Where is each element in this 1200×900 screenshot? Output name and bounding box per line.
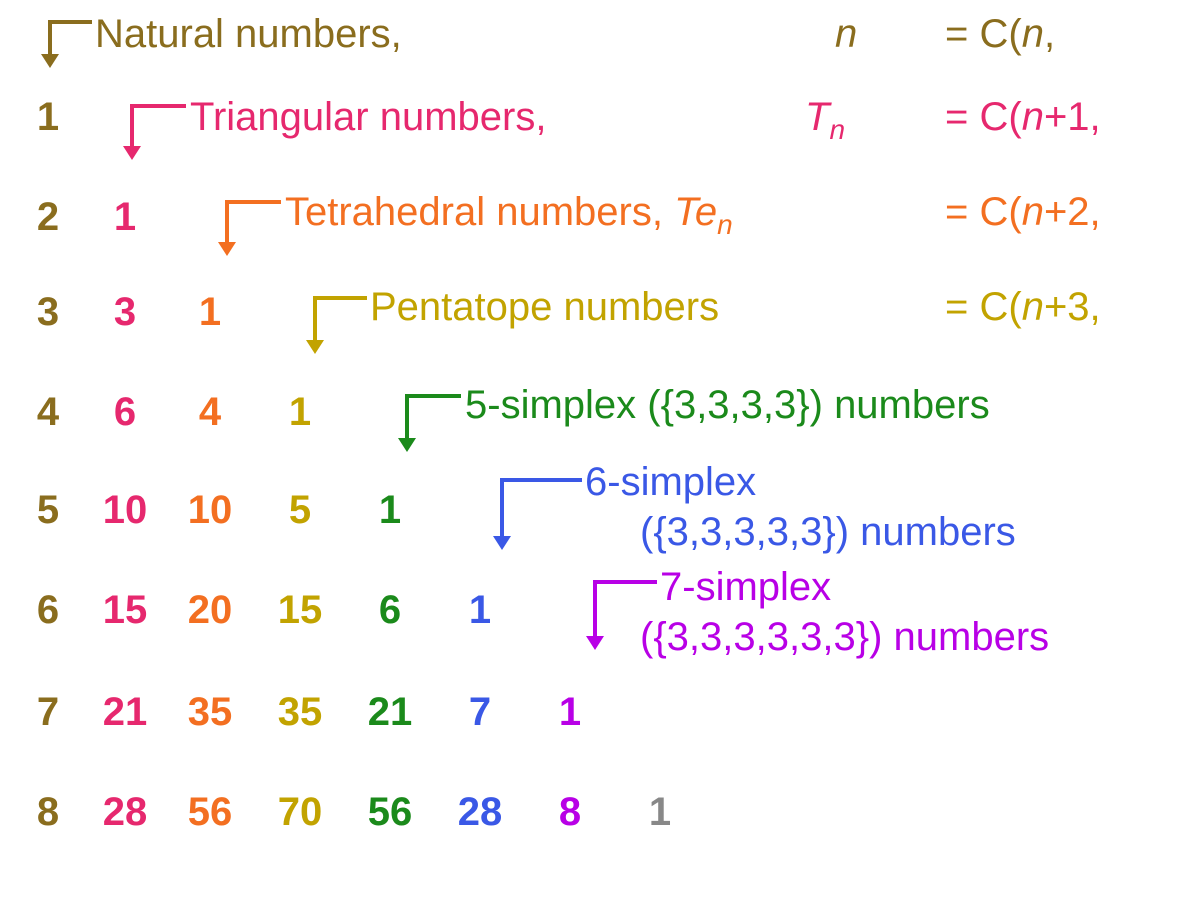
lbl-natural-formula: = C(n, [945, 12, 1055, 57]
triangle-cell-r6-c3: 20 [170, 588, 250, 633]
lbl-natural-symbol: n [835, 12, 857, 57]
triangle-cell-r2-c1: 2 [18, 195, 78, 240]
triangle-cell-r7-c7: 1 [530, 690, 610, 735]
arrow-col-4 [405, 394, 457, 452]
triangle-cell-r5-c2: 10 [85, 488, 165, 533]
arrow-col-3 [313, 296, 363, 354]
triangle-cell-r6-c2: 15 [85, 588, 165, 633]
lbl-5simplex: 5-simplex ({3,3,3,3}) numbers [465, 383, 990, 428]
triangle-cell-r4-c1: 4 [18, 390, 78, 435]
triangle-cell-r7-c5: 21 [350, 690, 430, 735]
triangle-cell-r8-c7: 8 [530, 790, 610, 835]
triangle-cell-r6-c5: 6 [350, 588, 430, 633]
triangle-cell-r7-c1: 7 [18, 690, 78, 735]
arrow-col-0 [48, 20, 88, 68]
triangle-cell-r6-c4: 15 [260, 588, 340, 633]
triangle-cell-r7-c6: 7 [440, 690, 520, 735]
triangle-cell-r5-c3: 10 [170, 488, 250, 533]
triangle-cell-r6-c1: 6 [18, 588, 78, 633]
triangle-cell-r7-c3: 35 [170, 690, 250, 735]
triangle-cell-r7-c2: 21 [85, 690, 165, 735]
lbl-7simplex: 7-simplex [660, 565, 831, 610]
lbl-triangular: Triangular numbers, [190, 95, 546, 140]
arrow-col-2 [225, 200, 277, 256]
triangle-cell-r3-c2: 3 [85, 290, 165, 335]
lbl-tetra-formula: = C(n+2, [945, 190, 1101, 235]
arrow-col-1 [130, 104, 182, 160]
lbl-triangular-formula: = C(n+1, [945, 95, 1101, 140]
triangle-cell-r8-c2: 28 [85, 790, 165, 835]
triangle-cell-r3-c1: 3 [18, 290, 78, 335]
triangle-cell-r4-c4: 1 [260, 390, 340, 435]
lbl-6simplex: 6-simplex [585, 460, 756, 505]
lbl-triangular-symbol: Tn [805, 95, 845, 146]
lbl-tetra: Tetrahedral numbers, Ten [285, 190, 733, 241]
triangle-cell-r5-c4: 5 [260, 488, 340, 533]
diagram-stage: 1213314641510105161520156172135352171828… [0, 0, 1200, 900]
lbl-penta: Pentatope numbers [370, 285, 719, 330]
triangle-cell-r5-c5: 1 [350, 488, 430, 533]
lbl-natural: Natural numbers, [95, 12, 402, 57]
lbl-6simplex-line2: ({3,3,3,3,3}) numbers [640, 510, 1016, 555]
lbl-penta-formula: = C(n+3, [945, 285, 1101, 330]
triangle-cell-r8-c6: 28 [440, 790, 520, 835]
triangle-cell-r4-c3: 4 [170, 390, 250, 435]
lbl-7simplex-line2: ({3,3,3,3,3,3}) numbers [640, 615, 1049, 660]
arrow-col-5 [500, 478, 578, 550]
triangle-cell-r6-c6: 1 [440, 588, 520, 633]
triangle-cell-r1-c1: 1 [18, 95, 78, 140]
triangle-cell-r8-c5: 56 [350, 790, 430, 835]
triangle-cell-r8-c1: 8 [18, 790, 78, 835]
triangle-cell-r8-c4: 70 [260, 790, 340, 835]
triangle-cell-r5-c1: 5 [18, 488, 78, 533]
triangle-cell-r8-c8: 1 [620, 790, 700, 835]
triangle-cell-r4-c2: 6 [85, 390, 165, 435]
triangle-cell-r3-c3: 1 [170, 290, 250, 335]
triangle-cell-r7-c4: 35 [260, 690, 340, 735]
triangle-cell-r2-c2: 1 [85, 195, 165, 240]
triangle-cell-r8-c3: 56 [170, 790, 250, 835]
